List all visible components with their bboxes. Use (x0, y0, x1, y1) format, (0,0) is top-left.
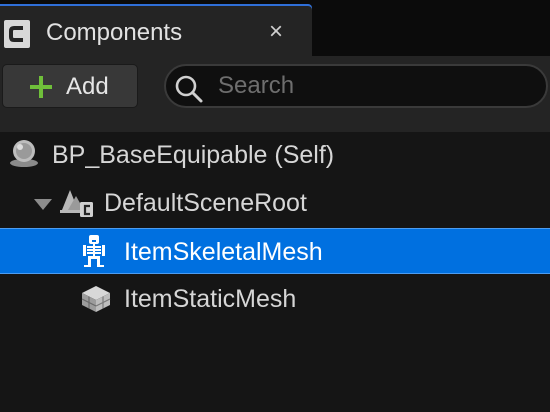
component-tree: BP_BaseEquipable (Self) DefaultSceneRoot (0, 118, 550, 412)
blueprint-component-icon (4, 20, 30, 48)
tree-item-label: BP_BaseEquipable (Self) (52, 141, 335, 169)
static-mesh-cube-icon (80, 284, 112, 319)
chevron-down-icon[interactable] (34, 198, 52, 216)
blueprint-self-icon (8, 138, 40, 173)
skeleton-icon (80, 235, 108, 272)
tab-strip: Components × (0, 0, 550, 56)
add-button[interactable]: Add (2, 64, 138, 108)
add-button-label: Add (66, 73, 109, 100)
tree-item-item-static-mesh[interactable]: ItemStaticMesh (0, 276, 550, 322)
tab-title: Components (46, 19, 183, 46)
tab-components[interactable]: Components × (0, 4, 312, 56)
search-input[interactable] (218, 70, 538, 102)
components-panel: Components × Add Search BP_BaseEquipable… (0, 0, 550, 412)
scene-component-icon (60, 188, 94, 223)
tree-item-label: ItemStaticMesh (124, 285, 297, 313)
tree-item-label: DefaultSceneRoot (104, 189, 307, 217)
tree-item-self[interactable]: BP_BaseEquipable (Self) (0, 132, 550, 178)
close-icon[interactable]: × (264, 20, 288, 44)
search-box[interactable] (164, 64, 548, 108)
toolbar: Add (0, 56, 550, 118)
search-icon (174, 74, 204, 104)
plus-icon (29, 75, 53, 99)
tree-item-label: ItemSkeletalMesh (124, 238, 323, 266)
tree-item-item-skeletal-mesh[interactable]: ItemSkeletalMesh (0, 228, 550, 274)
tree-item-default-scene-root[interactable]: DefaultSceneRoot (0, 180, 550, 226)
